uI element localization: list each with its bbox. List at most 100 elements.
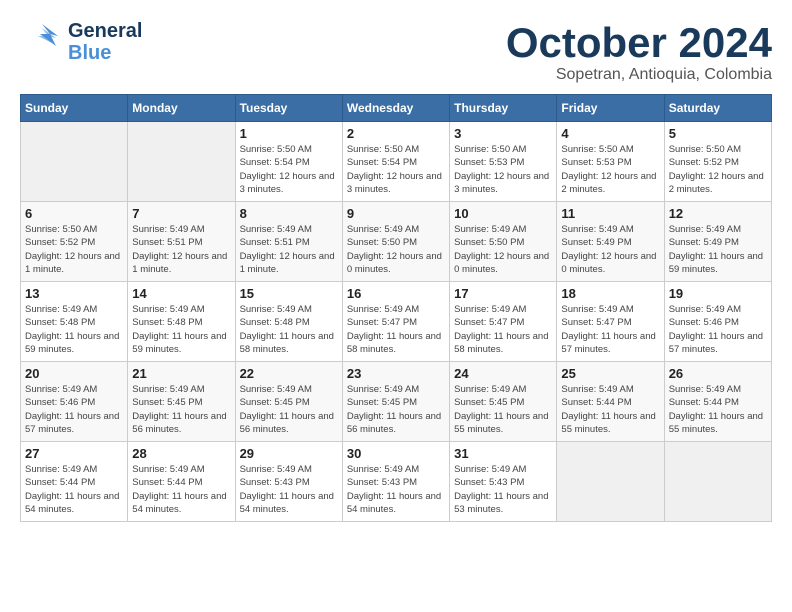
calendar-day-cell: 10Sunrise: 5:49 AM Sunset: 5:50 PM Dayli… [450, 202, 557, 282]
calendar-day-cell: 4 Sunrise: 5:50 AM Sunset: 5:53 PM Daylig… [557, 122, 664, 202]
day-number: 1 [240, 126, 338, 141]
day-info: Sunrise: 5:49 AM Sunset: 5:47 PM Dayligh… [561, 303, 659, 356]
day-number: 21 [132, 366, 230, 381]
day-number: 30 [347, 446, 445, 461]
calendar-day-cell [21, 122, 128, 202]
day-info: Sunrise: 5:49 AM Sunset: 5:49 PM Dayligh… [669, 223, 767, 276]
day-number: 15 [240, 286, 338, 301]
calendar-day-cell: 26 Sunrise: 5:49 AM Sunset: 5:44 PM Dayli… [664, 362, 771, 442]
day-number: 3 [454, 126, 552, 141]
day-number: 25 [561, 366, 659, 381]
calendar-day-cell: 12 Sunrise: 5:49 AM Sunset: 5:49 PM Dayli… [664, 202, 771, 282]
weekday-header-cell: Thursday [450, 95, 557, 122]
calendar-day-cell: 25 Sunrise: 5:49 AM Sunset: 5:44 PM Dayli… [557, 362, 664, 442]
calendar-day-cell: 31 Sunrise: 5:49 AM Sunset: 5:43 PM Dayli… [450, 442, 557, 522]
day-number: 24 [454, 366, 552, 381]
day-info: Sunrise: 5:49 AM Sunset: 5:45 PM Dayligh… [240, 383, 338, 436]
calendar-day-cell: 27Sunrise: 5:49 AM Sunset: 5:44 PM Dayli… [21, 442, 128, 522]
day-info: Sunrise: 5:50 AM Sunset: 5:52 PM Dayligh… [25, 223, 123, 276]
weekday-header-cell: Wednesday [342, 95, 449, 122]
day-number: 16 [347, 286, 445, 301]
page-header: General Blue October 2024 Sopetran, Anti… [20, 20, 772, 84]
day-number: 23 [347, 366, 445, 381]
day-info: Sunrise: 5:49 AM Sunset: 5:43 PM Dayligh… [454, 463, 552, 516]
logo-container: General Blue [20, 20, 142, 64]
calendar-day-cell: 20 Sunrise: 5:49 AM Sunset: 5:46 PM Dayli… [21, 362, 128, 442]
day-number: 8 [240, 206, 338, 221]
day-number: 6 [25, 206, 123, 221]
day-info: Sunrise: 5:50 AM Sunset: 5:54 PM Dayligh… [347, 143, 445, 196]
calendar-table: SundayMondayTuesdayWednesdayThursdayFrid… [20, 94, 772, 522]
day-info: Sunrise: 5:49 AM Sunset: 5:44 PM Dayligh… [561, 383, 659, 436]
calendar-week-row: 27Sunrise: 5:49 AM Sunset: 5:44 PM Dayli… [21, 442, 772, 522]
day-number: 29 [240, 446, 338, 461]
calendar-day-cell: 7 Sunrise: 5:49 AM Sunset: 5:51 PM Daylig… [128, 202, 235, 282]
day-number: 11 [561, 206, 659, 221]
day-number: 26 [669, 366, 767, 381]
calendar-day-cell: 6 Sunrise: 5:50 AM Sunset: 5:52 PM Daylig… [21, 202, 128, 282]
day-number: 14 [132, 286, 230, 301]
day-info: Sunrise: 5:49 AM Sunset: 5:43 PM Dayligh… [240, 463, 338, 516]
day-number: 17 [454, 286, 552, 301]
month-title: October 2024 [506, 20, 772, 66]
day-info: Sunrise: 5:49 AM Sunset: 5:46 PM Dayligh… [25, 383, 123, 436]
calendar-day-cell: 17 Sunrise: 5:49 AM Sunset: 5:47 PM Dayli… [450, 282, 557, 362]
day-number: 4 [561, 126, 659, 141]
day-number: 5 [669, 126, 767, 141]
day-number: 9 [347, 206, 445, 221]
day-info: Sunrise: 5:50 AM Sunset: 5:52 PM Dayligh… [669, 143, 767, 196]
day-info: Sunrise: 5:49 AM Sunset: 5:47 PM Dayligh… [454, 303, 552, 356]
day-info: Sunrise: 5:49 AM Sunset: 5:44 PM Dayligh… [669, 383, 767, 436]
day-number: 19 [669, 286, 767, 301]
calendar-week-row: 20 Sunrise: 5:49 AM Sunset: 5:46 PM Dayli… [21, 362, 772, 442]
weekday-header-cell: Friday [557, 95, 664, 122]
weekday-header-row: SundayMondayTuesdayWednesdayThursdayFrid… [21, 95, 772, 122]
day-info: Sunrise: 5:49 AM Sunset: 5:48 PM Dayligh… [25, 303, 123, 356]
day-number: 12 [669, 206, 767, 221]
day-number: 28 [132, 446, 230, 461]
calendar-day-cell: 21 Sunrise: 5:49 AM Sunset: 5:45 PM Dayli… [128, 362, 235, 442]
calendar-day-cell: 14 Sunrise: 5:49 AM Sunset: 5:48 PM Dayli… [128, 282, 235, 362]
day-info: Sunrise: 5:49 AM Sunset: 5:44 PM Dayligh… [25, 463, 123, 516]
location-subtitle: Sopetran, Antioquia, Colombia [506, 66, 772, 84]
day-number: 20 [25, 366, 123, 381]
day-number: 13 [25, 286, 123, 301]
calendar-day-cell: 11 Sunrise: 5:49 AM Sunset: 5:49 PM Dayli… [557, 202, 664, 282]
day-number: 31 [454, 446, 552, 461]
day-info: Sunrise: 5:49 AM Sunset: 5:45 PM Dayligh… [454, 383, 552, 436]
day-info: Sunrise: 5:50 AM Sunset: 5:53 PM Dayligh… [561, 143, 659, 196]
calendar-day-cell [664, 442, 771, 522]
day-number: 18 [561, 286, 659, 301]
logo-bird-svg [20, 22, 64, 62]
day-info: Sunrise: 5:49 AM Sunset: 5:50 PM Dayligh… [347, 223, 445, 276]
calendar-day-cell: 24 Sunrise: 5:49 AM Sunset: 5:45 PM Dayli… [450, 362, 557, 442]
calendar-day-cell [557, 442, 664, 522]
calendar-day-cell: 30 Sunrise: 5:49 AM Sunset: 5:43 PM Dayli… [342, 442, 449, 522]
day-info: Sunrise: 5:49 AM Sunset: 5:43 PM Dayligh… [347, 463, 445, 516]
weekday-header-cell: Saturday [664, 95, 771, 122]
calendar-body: 1 Sunrise: 5:50 AM Sunset: 5:54 PM Daylig… [21, 122, 772, 522]
day-info: Sunrise: 5:49 AM Sunset: 5:46 PM Dayligh… [669, 303, 767, 356]
weekday-header-cell: Sunday [21, 95, 128, 122]
logo-text-container: General Blue [68, 20, 142, 64]
day-number: 7 [132, 206, 230, 221]
day-info: Sunrise: 5:49 AM Sunset: 5:51 PM Dayligh… [240, 223, 338, 276]
calendar-day-cell: 2Sunrise: 5:50 AM Sunset: 5:54 PM Daylig… [342, 122, 449, 202]
day-info: Sunrise: 5:49 AM Sunset: 5:45 PM Dayligh… [132, 383, 230, 436]
logo-blue-text: Blue [68, 42, 142, 64]
day-info: Sunrise: 5:50 AM Sunset: 5:54 PM Dayligh… [240, 143, 338, 196]
calendar-day-cell: 1 Sunrise: 5:50 AM Sunset: 5:54 PM Daylig… [235, 122, 342, 202]
day-info: Sunrise: 5:49 AM Sunset: 5:51 PM Dayligh… [132, 223, 230, 276]
weekday-header-cell: Tuesday [235, 95, 342, 122]
calendar-day-cell: 8 Sunrise: 5:49 AM Sunset: 5:51 PM Daylig… [235, 202, 342, 282]
calendar-week-row: 6 Sunrise: 5:50 AM Sunset: 5:52 PM Daylig… [21, 202, 772, 282]
weekday-header-cell: Monday [128, 95, 235, 122]
day-number: 10 [454, 206, 552, 221]
day-info: Sunrise: 5:49 AM Sunset: 5:48 PM Dayligh… [132, 303, 230, 356]
calendar-day-cell: 19 Sunrise: 5:49 AM Sunset: 5:46 PM Dayli… [664, 282, 771, 362]
calendar-day-cell [128, 122, 235, 202]
calendar-day-cell: 3Sunrise: 5:50 AM Sunset: 5:53 PM Daylig… [450, 122, 557, 202]
calendar-day-cell: 18 Sunrise: 5:49 AM Sunset: 5:47 PM Dayli… [557, 282, 664, 362]
day-info: Sunrise: 5:49 AM Sunset: 5:49 PM Dayligh… [561, 223, 659, 276]
day-info: Sunrise: 5:49 AM Sunset: 5:48 PM Dayligh… [240, 303, 338, 356]
